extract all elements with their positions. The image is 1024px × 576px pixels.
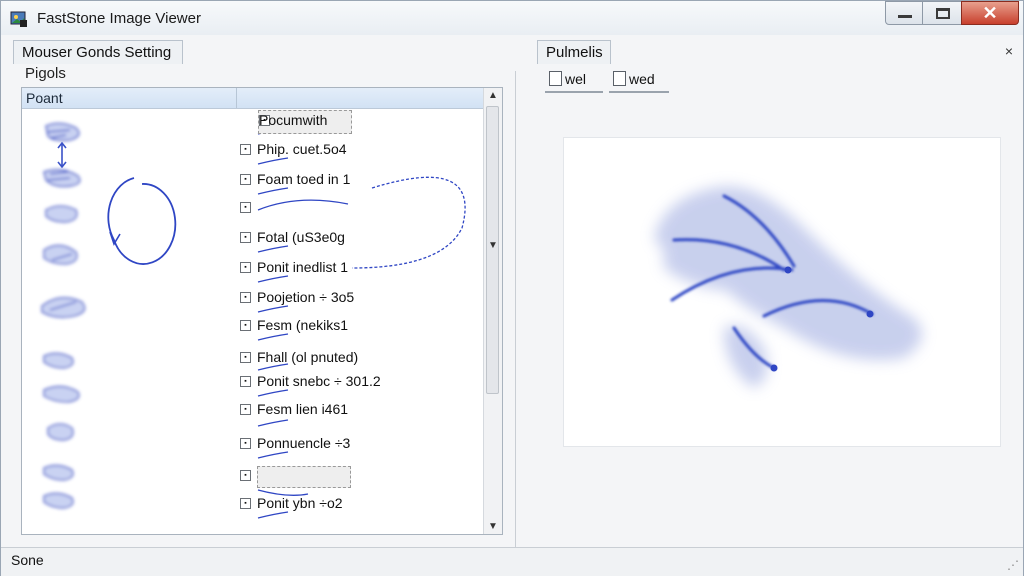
app-window: FastStone Image Viewer ✕ Mouser Gonds Se… [0,0,1024,576]
list-item-label: Fhall (ol pnuted) [257,349,359,365]
circle-gesture-icon [107,177,177,265]
scroll-down-icon[interactable]: ▼ [488,521,498,532]
window-title: FastStone Image Viewer [37,10,201,27]
list-item-label: Fesm (nekiks1 [257,317,349,333]
close-button[interactable]: ✕ [961,1,1019,25]
up-down-arrow-icon [57,141,67,169]
maximize-icon [936,8,950,19]
gesture-checkbox[interactable]: ▪ [240,144,251,155]
hand-icon [43,244,78,265]
resize-grip-icon[interactable]: ⋰ [1007,558,1019,572]
gesture-checkbox[interactable]: ▪ [240,202,251,213]
gesture-checkbox[interactable]: ▪ [240,292,251,303]
gesture-checkbox[interactable]: ▪ [240,320,251,331]
gestures-group-label: Pigols [25,65,66,82]
gesture-checkbox[interactable]: ▪ [240,232,251,243]
hand-icon [45,205,78,223]
gesture-checkbox[interactable]: ▪ [240,404,251,415]
panel-splitter[interactable] [515,71,516,551]
list-scrollbar[interactable]: ▲ ▼ ▼ [483,88,502,534]
list-item-label: Pocumwith [259,112,328,128]
scroll-up-icon[interactable]: ▲ [488,90,498,101]
document-icon [549,71,562,86]
gesture-checkbox[interactable]: ▪ [240,470,251,481]
gesture-checkbox[interactable]: ▪ [240,376,251,387]
toolbar-button-wel[interactable]: wel [545,71,603,93]
tab-preview[interactable]: Pulmelis [537,40,611,64]
gesture-checkbox[interactable]: ▪ [240,352,251,363]
gesture-checkbox[interactable]: ▪ [240,498,251,509]
close-icon: ✕ [982,3,998,23]
list-item[interactable]: ▪ Ponit ybn ÷o2 [240,494,480,516]
column-divider [236,88,237,108]
list-header: Poant [22,88,492,109]
list-item[interactable]: ▪ Fesm lien i461 [240,400,480,422]
toolbar-button-label: wed [629,71,655,87]
close-panel-icon[interactable]: × [1005,43,1013,59]
hand-icon [41,297,86,318]
list-item-label: Fotal (uS3e0g [257,229,345,245]
list-item[interactable]: ▪ [240,466,480,488]
hand-gesture-preview-image [654,186,922,388]
toolbar-button-wed[interactable]: wed [609,71,669,93]
status-text: Sone [11,552,44,568]
gesture-checkbox[interactable]: ▪ [240,262,251,273]
title-bar: FastStone Image Viewer ✕ [1,1,1023,35]
list-item-label: Poojetion ÷ 3o5 [257,289,355,305]
list-item[interactable]: ▪ [240,198,480,220]
hand-icon [45,122,80,142]
gesture-preview [563,137,1001,447]
minimize-icon [898,15,912,18]
list-item[interactable]: ▪ Fotal (uS3e0g [240,228,480,250]
gesture-list[interactable]: Poant ▪ Pocumwith ▪ Phip. cuet.5o4 ▪ Foa… [21,87,503,535]
list-item[interactable]: ▪ Ponit snebc ÷ 301.2 [240,372,480,394]
column-header-point[interactable]: Poant [26,90,63,106]
list-item[interactable]: ▪ Fhall (ol pnuted) [240,348,480,370]
list-item-label: Ponit inedlist 1 [257,259,349,275]
list-item-label [257,466,351,488]
hand-icon [43,169,81,188]
hand-icon [43,385,80,403]
app-icon [10,11,27,27]
hand-icon [43,352,74,369]
list-item-label: Foam toed in 1 [257,171,351,187]
list-item-label: Phip. cuet.5o4 [257,141,347,157]
hand-icon [43,492,74,509]
list-item[interactable]: ▪ Pocumwith [258,110,352,134]
document-icon [613,71,626,86]
list-item-label: Ponit snebc ÷ 301.2 [257,373,381,389]
hand-icon [43,464,74,481]
list-item-label: Ponit ybn ÷o2 [257,495,343,511]
list-item-label: Fesm lien i461 [257,401,349,417]
list-item[interactable]: ▪ Fesm (nekiks1 [240,316,480,338]
tab-mouse-gestures-setting[interactable]: Mouser Gonds Setting [13,40,183,64]
list-item[interactable]: ▪ Poojetion ÷ 3o5 [240,288,480,310]
list-item[interactable]: ▪ Ponnuencle ÷3 [240,434,480,456]
scroll-marker-icon: ▼ [488,240,498,251]
list-item[interactable]: ▪ Ponit inedlist 1 [240,258,480,280]
toolbar-button-label: wel [565,71,587,87]
preview-panel: Pulmelis × wel wed [537,37,1019,547]
gesture-checkbox[interactable]: ▪ [240,174,251,185]
gesture-settings-panel: Mouser Gonds Setting Pigols Poant ▪ Pocu… [13,37,523,547]
minimize-button[interactable] [885,1,923,25]
list-item[interactable]: ▪ Phip. cuet.5o4 [240,140,480,162]
hand-icon [47,423,74,441]
list-item[interactable]: ▪ Foam toed in 1 [240,170,480,192]
maximize-button[interactable] [922,1,962,25]
status-bar: Sone ⋰ [1,547,1023,576]
gesture-checkbox[interactable]: ▪ [240,438,251,449]
list-item-label: Ponnuencle ÷3 [257,435,351,451]
